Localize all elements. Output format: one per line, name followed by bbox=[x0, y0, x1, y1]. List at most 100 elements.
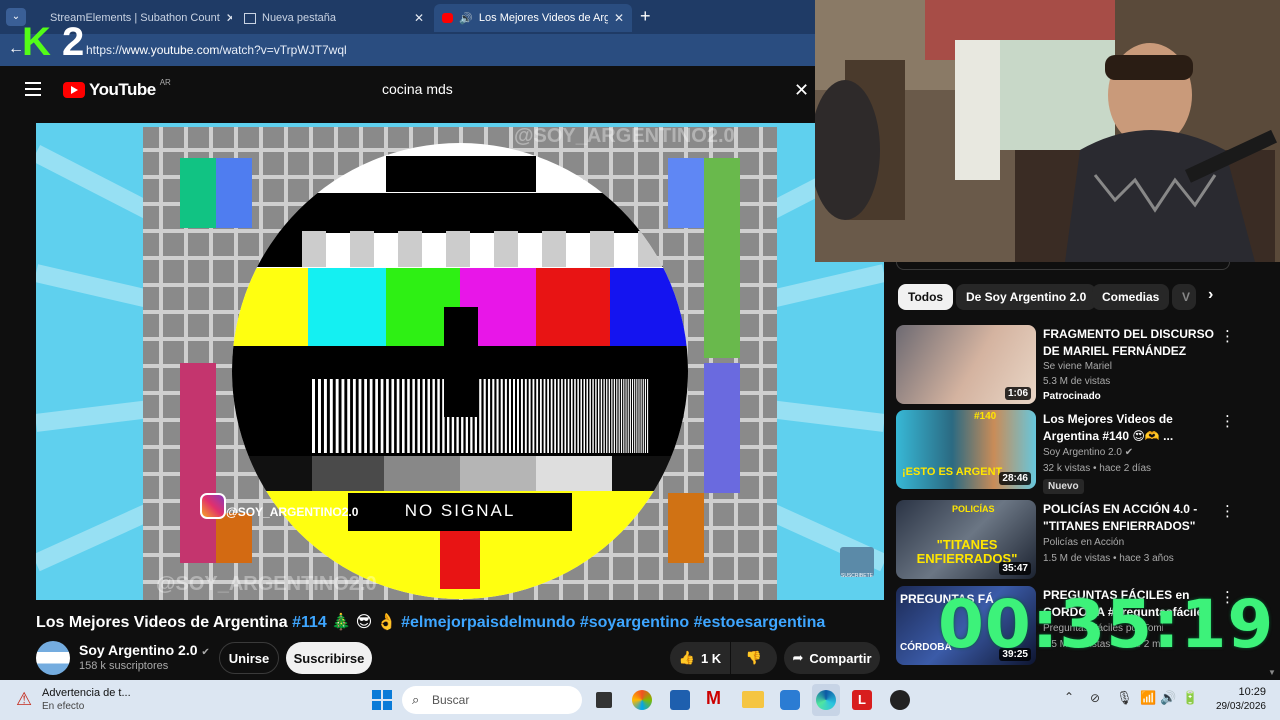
channel-name-row[interactable]: Soy Argentino 2.0 ✔ bbox=[79, 642, 210, 658]
test-card-burst-bar bbox=[335, 379, 339, 453]
recommendation-title[interactable]: FRAGMENTO DEL DISCURSO DE MARIEL FERNÁND… bbox=[1043, 326, 1223, 360]
recommendation-title[interactable]: POLICÍAS EN ACCIÓN 4.0 - "TITANES ENFIER… bbox=[1043, 501, 1223, 535]
hashtags-link[interactable]: #elmejorpaisdelmundo #soyargentino #esto… bbox=[401, 614, 825, 631]
copilot-icon[interactable] bbox=[632, 690, 652, 710]
test-card-burst-bar bbox=[347, 379, 351, 453]
url-field[interactable]: https://www.youtube.com/watch?v=vTrpWJT7… bbox=[86, 40, 806, 60]
channel-name[interactable]: Soy Argentino 2.0 bbox=[79, 642, 198, 658]
test-card-burst-bar bbox=[638, 379, 640, 453]
chip-todos[interactable]: Todos bbox=[898, 284, 954, 310]
close-tab-icon[interactable]: ✕ bbox=[614, 11, 624, 25]
chevron-up-icon[interactable]: ⌃ bbox=[1064, 690, 1074, 704]
youtube-favicon-icon bbox=[442, 13, 454, 23]
youtube-logo[interactable]: YouTube AR bbox=[63, 78, 171, 100]
video-thumbnail[interactable]: #140 ¡ESTO ES ARGENT 28:46 bbox=[896, 410, 1036, 489]
recommendation-meta: 32 k vistas • hace 2 días bbox=[1043, 463, 1152, 474]
test-card-burst-bar bbox=[312, 379, 315, 453]
task-view-icon[interactable] bbox=[596, 692, 612, 708]
obs-icon[interactable] bbox=[890, 690, 910, 710]
chip-partial[interactable]: V bbox=[1172, 284, 1196, 310]
wifi-icon[interactable]: 📶 bbox=[1140, 690, 1156, 706]
test-card-burst-bar bbox=[492, 379, 495, 453]
outlook-icon[interactable] bbox=[780, 690, 800, 710]
clock-date[interactable]: 29/03/2026 bbox=[1200, 701, 1266, 712]
test-card-burst-bar bbox=[577, 379, 579, 453]
store-icon[interactable] bbox=[670, 690, 690, 710]
recommendation-channel[interactable]: Se viene Mariel bbox=[1043, 359, 1112, 374]
url-path: /watch?v=vTrpWJT7wql bbox=[219, 43, 347, 57]
video-player[interactable]: @SOY_ARGENTINO2.0 @SOY_ARGENTINO2.0 @SOY… bbox=[36, 123, 884, 600]
more-options-icon[interactable]: ⋮ bbox=[1220, 327, 1235, 345]
lenovo-app-icon[interactable]: L bbox=[852, 690, 872, 710]
hashtag-link[interactable]: #114 bbox=[292, 614, 327, 631]
hamburger-menu-icon[interactable] bbox=[25, 82, 41, 96]
channel-avatar[interactable] bbox=[36, 641, 70, 675]
test-card-burst-bar bbox=[323, 379, 327, 453]
test-card-burst-bar bbox=[598, 379, 600, 453]
like-button[interactable]: 👍 1 K bbox=[670, 642, 730, 674]
chip-de-soy-argentino[interactable]: De Soy Argentino 2.0 bbox=[956, 284, 1097, 310]
test-card-burst-bar bbox=[583, 379, 585, 453]
recommendation-item[interactable]: POLICÍAS "TITANES ENFIERRADOS" 35:47 POL… bbox=[896, 500, 1268, 580]
scrollbar-down-arrow-icon[interactable]: ▼ bbox=[1268, 668, 1276, 677]
chevron-right-icon[interactable]: › bbox=[1208, 286, 1213, 304]
test-card-burst-bar bbox=[586, 379, 588, 453]
test-card-burst-bar bbox=[547, 379, 549, 453]
recommendation-channel[interactable]: Policías en Acción bbox=[1043, 535, 1124, 550]
test-card-burst-bar bbox=[500, 379, 503, 453]
test-card-burst-bar bbox=[396, 379, 400, 453]
recommendation-title[interactable]: Los Mejores Videos de Argentina #140 😍🫶 … bbox=[1043, 411, 1223, 445]
chip-comedias[interactable]: Comedias bbox=[1092, 284, 1170, 310]
recommendation-channel-row[interactable]: Soy Argentino 2.0 ✔ bbox=[1043, 445, 1133, 460]
volume-icon[interactable]: 🔊 bbox=[1160, 690, 1176, 706]
network-status-icon[interactable]: ⊘ bbox=[1090, 691, 1100, 705]
test-card-burst-bar bbox=[417, 379, 420, 453]
test-card-burst-bar bbox=[352, 379, 356, 453]
share-label: Compartir bbox=[809, 650, 872, 666]
clear-search-icon[interactable]: ✕ bbox=[794, 80, 809, 101]
tab-youtube-active[interactable]: 🔊 Los Mejores Videos de Argentina ✕ bbox=[434, 4, 632, 32]
test-card-burst-bar bbox=[595, 379, 597, 453]
join-button[interactable]: Unirse bbox=[219, 642, 279, 674]
subathon-timer: 00:35:19 bbox=[938, 586, 1275, 663]
recommendation-channel[interactable]: Soy Argentino 2.0 bbox=[1043, 447, 1122, 458]
search-placeholder: Buscar bbox=[432, 693, 470, 707]
close-tab-icon[interactable]: ✕ bbox=[414, 11, 424, 25]
video-thumbnail[interactable]: POLICÍAS "TITANES ENFIERRADOS" 35:47 bbox=[896, 500, 1036, 579]
warning-icon: ⚠ bbox=[16, 689, 33, 709]
video-thumbnail[interactable]: 1:06 bbox=[896, 325, 1036, 404]
test-card-burst-bar bbox=[380, 379, 384, 453]
share-arrow-icon: ➦ bbox=[792, 650, 804, 665]
taskbar-search-box[interactable]: ⌕ Buscar bbox=[402, 686, 582, 714]
new-tab-plus-icon[interactable]: + bbox=[640, 6, 651, 27]
clock-time[interactable]: 10:29 bbox=[1200, 686, 1266, 698]
close-tab-icon[interactable]: ✕ bbox=[226, 11, 232, 25]
search-input[interactable]: cocina mds bbox=[368, 72, 815, 106]
share-button[interactable]: ➦ Compartir bbox=[784, 642, 880, 674]
recommendation-item[interactable]: 1:06 FRAGMENTO DEL DISCURSO DE MARIEL FE… bbox=[896, 325, 1268, 405]
audio-playing-icon[interactable]: 🔊 bbox=[459, 12, 473, 25]
test-card-burst-bar bbox=[437, 379, 440, 453]
dislike-button[interactable]: 👎 bbox=[731, 642, 777, 674]
subscribe-button[interactable]: Suscribirse bbox=[286, 642, 372, 674]
url-prefix: https:// bbox=[86, 43, 123, 57]
tab-new-tab[interactable]: Nueva pestaña ✕ bbox=[236, 4, 432, 32]
more-options-icon[interactable]: ⋮ bbox=[1220, 502, 1235, 520]
mcafee-icon[interactable]: M bbox=[706, 688, 721, 709]
search-icon: ⌕ bbox=[412, 692, 420, 707]
test-card-burst-bar bbox=[329, 379, 333, 453]
warning-title[interactable]: Advertencia de t... bbox=[42, 687, 131, 699]
microphone-icon[interactable]: 🎙 bbox=[1116, 690, 1133, 706]
subscribe-badge: SUSCRIBETE bbox=[841, 573, 873, 579]
battery-icon[interactable]: 🔋 bbox=[1182, 690, 1198, 706]
video-watermark-bottom: @SOY_ARGENTINO2.0 bbox=[156, 573, 377, 595]
test-card-burst-bar bbox=[479, 379, 482, 453]
instagram-handle: @SOY_ARGENTINO2.0 bbox=[226, 505, 359, 519]
edge-active-tile[interactable] bbox=[812, 684, 840, 716]
file-explorer-icon[interactable] bbox=[742, 691, 764, 708]
recommendation-item[interactable]: #140 ¡ESTO ES ARGENT 28:46 Los Mejores V… bbox=[896, 410, 1268, 494]
more-options-icon[interactable]: ⋮ bbox=[1220, 412, 1235, 430]
test-card-burst-bar bbox=[642, 379, 644, 453]
instagram-icon bbox=[200, 493, 226, 519]
windows-start-icon[interactable] bbox=[372, 690, 392, 710]
